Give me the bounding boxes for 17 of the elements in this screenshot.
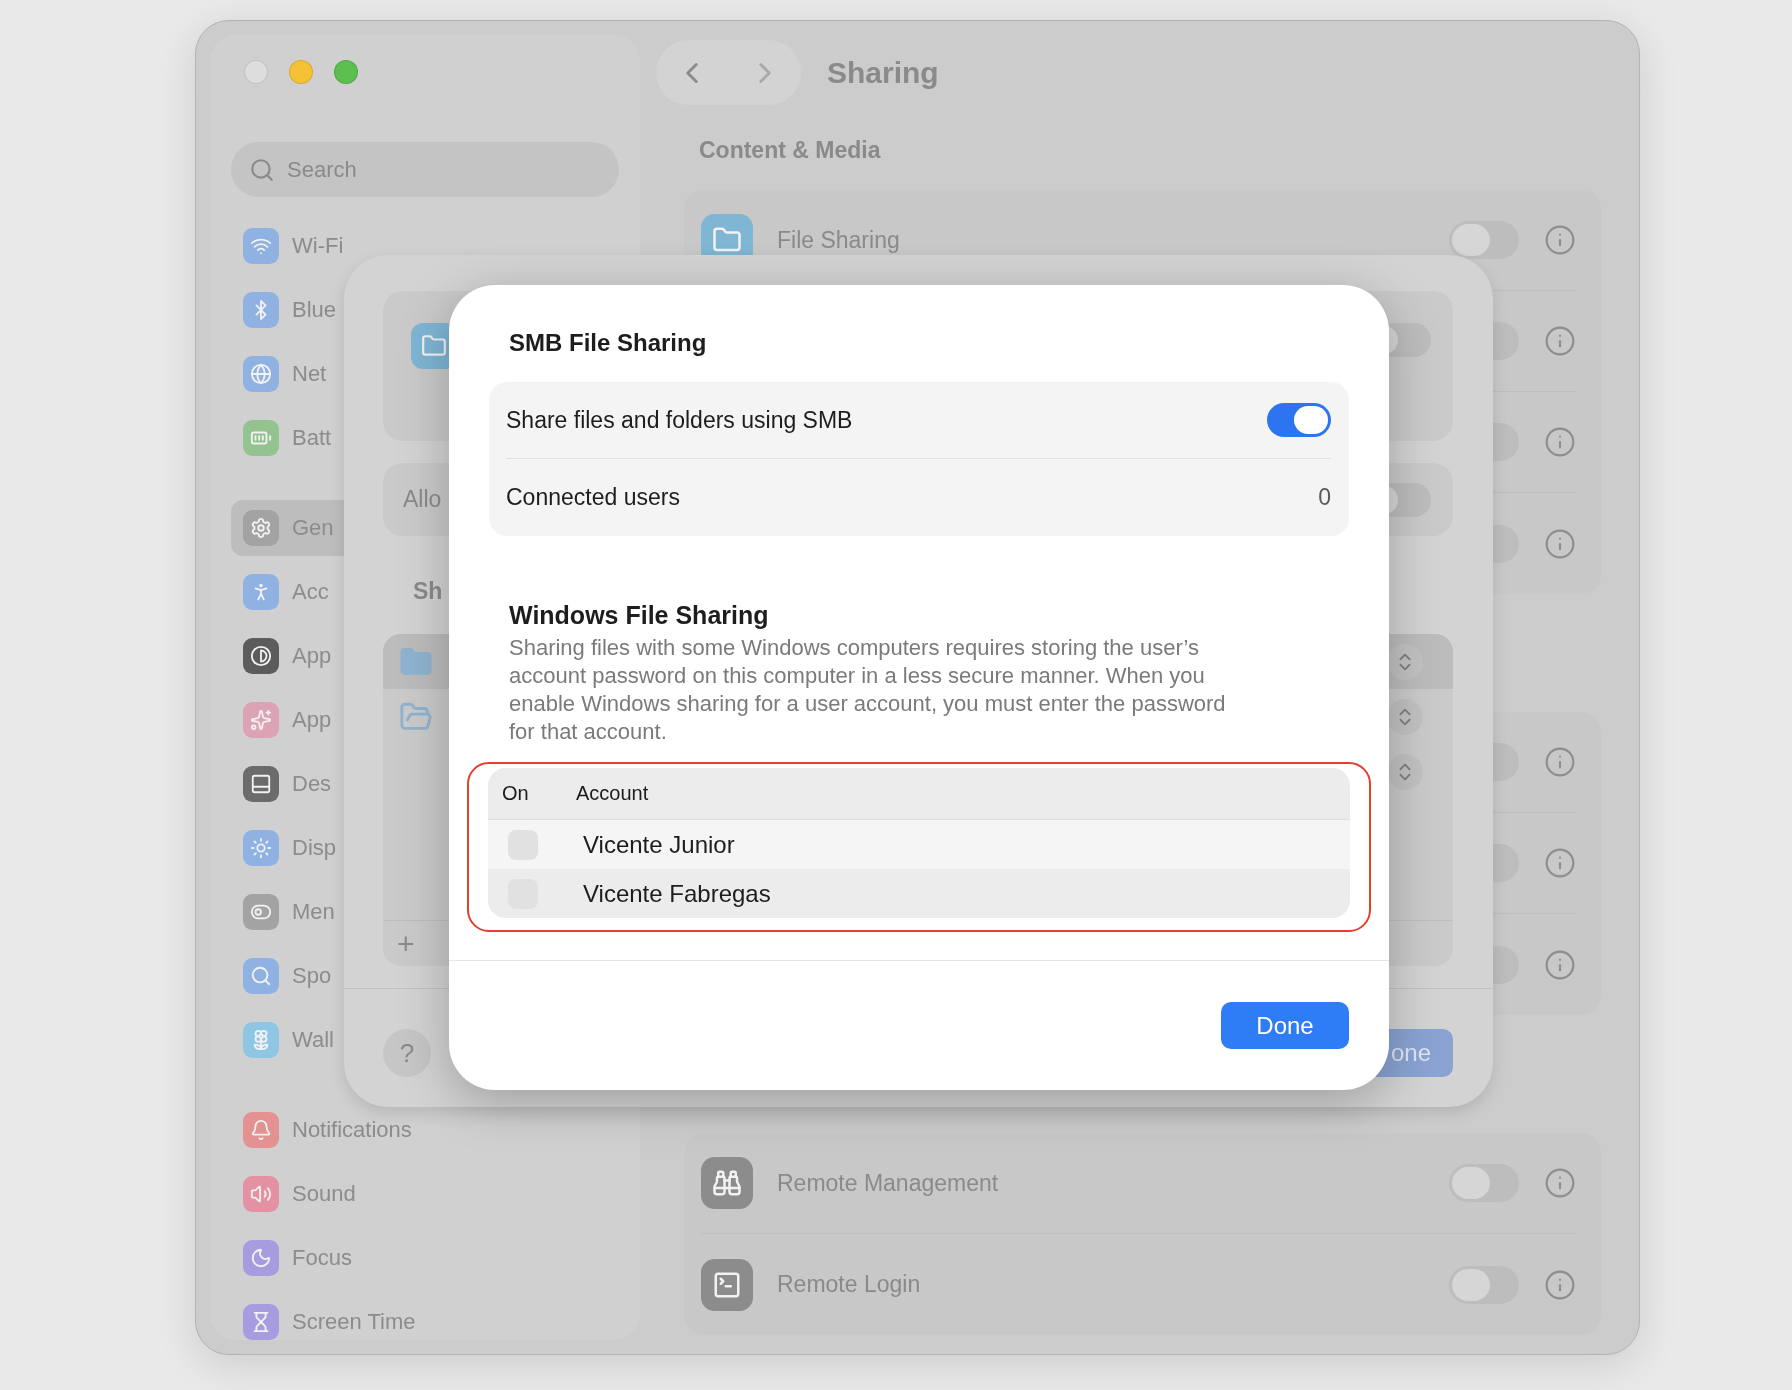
setting-label: Share files and folders using SMB: [506, 406, 853, 434]
section-heading: Windows File Sharing: [508, 600, 770, 630]
description-text: Sharing files with some Windows computers requires storing the user’s account password on this computer in a less secure manner. When you enable Windows sharing for a user account, you must enter the password for that account.: [508, 634, 1227, 746]
window-title: Sharing: [827, 55, 939, 90]
account-name: Vicente Junior: [583, 830, 736, 859]
section-heading: Content & Media: [699, 137, 882, 163]
setting-label: Connected users: [506, 484, 680, 511]
section-heading: Sh: [413, 577, 444, 606]
setting-value: 0: [1318, 484, 1331, 511]
row-label: File Sharing: [777, 226, 900, 254]
row-label: Remote Login: [777, 1271, 921, 1298]
row-label: Remote Management: [777, 1169, 999, 1197]
column-header: Account: [576, 782, 650, 805]
setting-label: Allo: [403, 486, 442, 513]
dialog-title: SMB File Sharing: [508, 329, 708, 357]
account-name: Vicente Fabregas: [583, 879, 772, 908]
column-header: On: [502, 782, 530, 805]
